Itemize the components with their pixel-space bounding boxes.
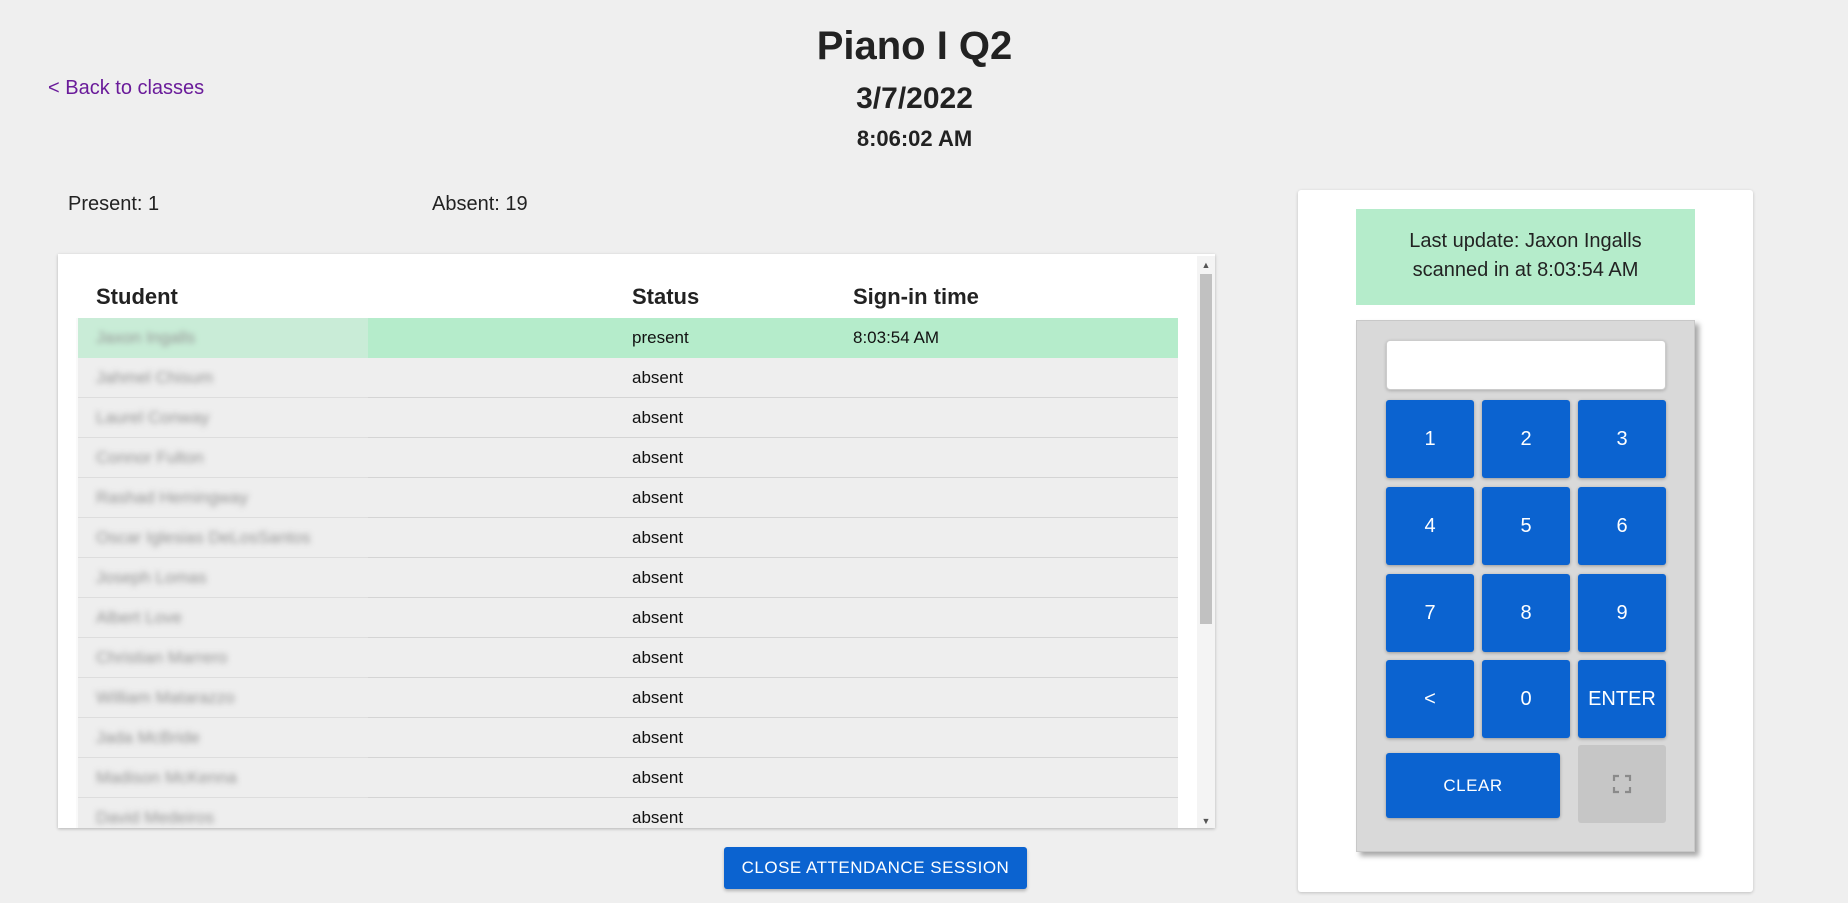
table-row[interactable]: Jaxon Ingalls present 8:03:54 AM [78, 318, 1178, 358]
close-attendance-session-button[interactable]: CLOSE ATTENDANCE SESSION [724, 847, 1027, 889]
student-name: Jaxon Ingalls [96, 328, 196, 347]
key-9[interactable]: 9 [1578, 574, 1666, 652]
student-status: absent [632, 648, 684, 667]
student-name: Rashad Hemingway [96, 488, 249, 507]
key-6[interactable]: 6 [1578, 487, 1666, 565]
key-2[interactable]: 2 [1482, 400, 1570, 478]
backspace-key[interactable]: < [1386, 660, 1474, 738]
table-row[interactable]: Rashad Hemingway absent [78, 478, 1178, 518]
student-status: absent [632, 528, 684, 547]
student-id-input[interactable] [1386, 340, 1666, 390]
student-status: absent [632, 408, 684, 427]
student-status: absent [632, 808, 684, 827]
present-count: Present: 1 [68, 193, 160, 215]
session-date: 3/7/2022 [856, 82, 973, 115]
column-header-student[interactable]: Student [96, 284, 178, 310]
current-time: 8:06:02 AM [856, 126, 973, 151]
student-status: present [632, 328, 689, 347]
last-update-line2: scanned in at 8:03:54 AM [1412, 259, 1639, 281]
attendance-page: Piano I Q2 3/7/2022 8:06:02 AM < Back to… [0, 0, 1848, 903]
student-name: Connor Fulton [96, 448, 204, 467]
enter-key[interactable]: ENTER [1578, 660, 1666, 738]
student-name: Madison McKenna [96, 768, 237, 787]
student-status: absent [632, 368, 684, 387]
key-5[interactable]: 5 [1482, 487, 1570, 565]
table-header: Student Status Sign-in time [58, 254, 1178, 318]
table-scrollbar[interactable]: ▲ ▼ [1197, 256, 1215, 828]
back-to-classes-link[interactable]: < Back to classes [48, 77, 204, 100]
table-row[interactable]: Laurel Conway absent [78, 398, 1178, 438]
key-0[interactable]: 0 [1482, 660, 1570, 738]
student-status: absent [632, 768, 684, 787]
key-1[interactable]: 1 [1386, 400, 1474, 478]
table-row[interactable]: Oscar Iglesias DeLosSantos absent [78, 518, 1178, 558]
student-name: Oscar Iglesias DeLosSantos [96, 528, 311, 547]
table-row[interactable]: William Matarazzo absent [78, 678, 1178, 718]
table-body: Jaxon Ingalls present 8:03:54 AM Jahmel … [78, 318, 1178, 828]
table-row[interactable]: Jahmel Chisum absent [78, 358, 1178, 398]
column-header-status[interactable]: Status [632, 284, 699, 310]
student-status: absent [632, 448, 684, 467]
keypad: 1 2 3 4 5 6 7 8 9 < 0 ENTER CLEAR [1356, 320, 1695, 852]
attendance-table: Student Status Sign-in time Jaxon Ingall… [58, 254, 1215, 828]
last-update-line1: Last update: Jaxon Ingalls [1409, 230, 1642, 252]
clear-button[interactable]: CLEAR [1386, 753, 1560, 818]
table-row[interactable]: Albert Love absent [78, 598, 1178, 638]
class-title: Piano I Q2 [816, 24, 1013, 68]
student-name: Joseph Lomas [96, 568, 207, 587]
student-status: absent [632, 608, 684, 627]
student-name: Jada McBride [96, 728, 200, 747]
last-update-banner: Last update: Jaxon Ingalls scanned in at… [1356, 209, 1695, 305]
fullscreen-icon [1578, 774, 1666, 794]
student-name: Christian Marrero [96, 648, 228, 667]
key-3[interactable]: 3 [1578, 400, 1666, 478]
student-name: Albert Love [96, 608, 182, 627]
student-status: absent [632, 688, 684, 707]
student-name: Jahmel Chisum [96, 368, 214, 387]
table-row[interactable]: Madison McKenna absent [78, 758, 1178, 798]
scrollbar-thumb[interactable] [1200, 274, 1212, 624]
table-row[interactable]: Connor Fulton absent [78, 438, 1178, 478]
scroll-up-icon[interactable]: ▲ [1197, 258, 1215, 272]
student-status: absent [632, 728, 684, 747]
key-8[interactable]: 8 [1482, 574, 1570, 652]
sign-in-time: 8:03:54 AM [853, 328, 940, 347]
student-name: William Matarazzo [96, 688, 235, 707]
student-name: Laurel Conway [96, 408, 210, 427]
table-row[interactable]: Christian Marrero absent [78, 638, 1178, 678]
table-row[interactable]: Jada McBride absent [78, 718, 1178, 758]
scroll-down-icon[interactable]: ▼ [1197, 814, 1215, 828]
key-7[interactable]: 7 [1386, 574, 1474, 652]
student-name: David Medeiros [96, 808, 215, 827]
table-row[interactable]: Joseph Lomas absent [78, 558, 1178, 598]
absent-count: Absent: 19 [432, 193, 528, 215]
scan-panel: Last update: Jaxon Ingalls scanned in at… [1298, 190, 1753, 892]
key-4[interactable]: 4 [1386, 487, 1474, 565]
column-header-sign-in-time[interactable]: Sign-in time [853, 284, 979, 310]
table-row[interactable]: David Medeiros absent [78, 798, 1178, 828]
student-status: absent [632, 488, 684, 507]
student-status: absent [632, 568, 684, 587]
fullscreen-button[interactable] [1578, 745, 1666, 823]
